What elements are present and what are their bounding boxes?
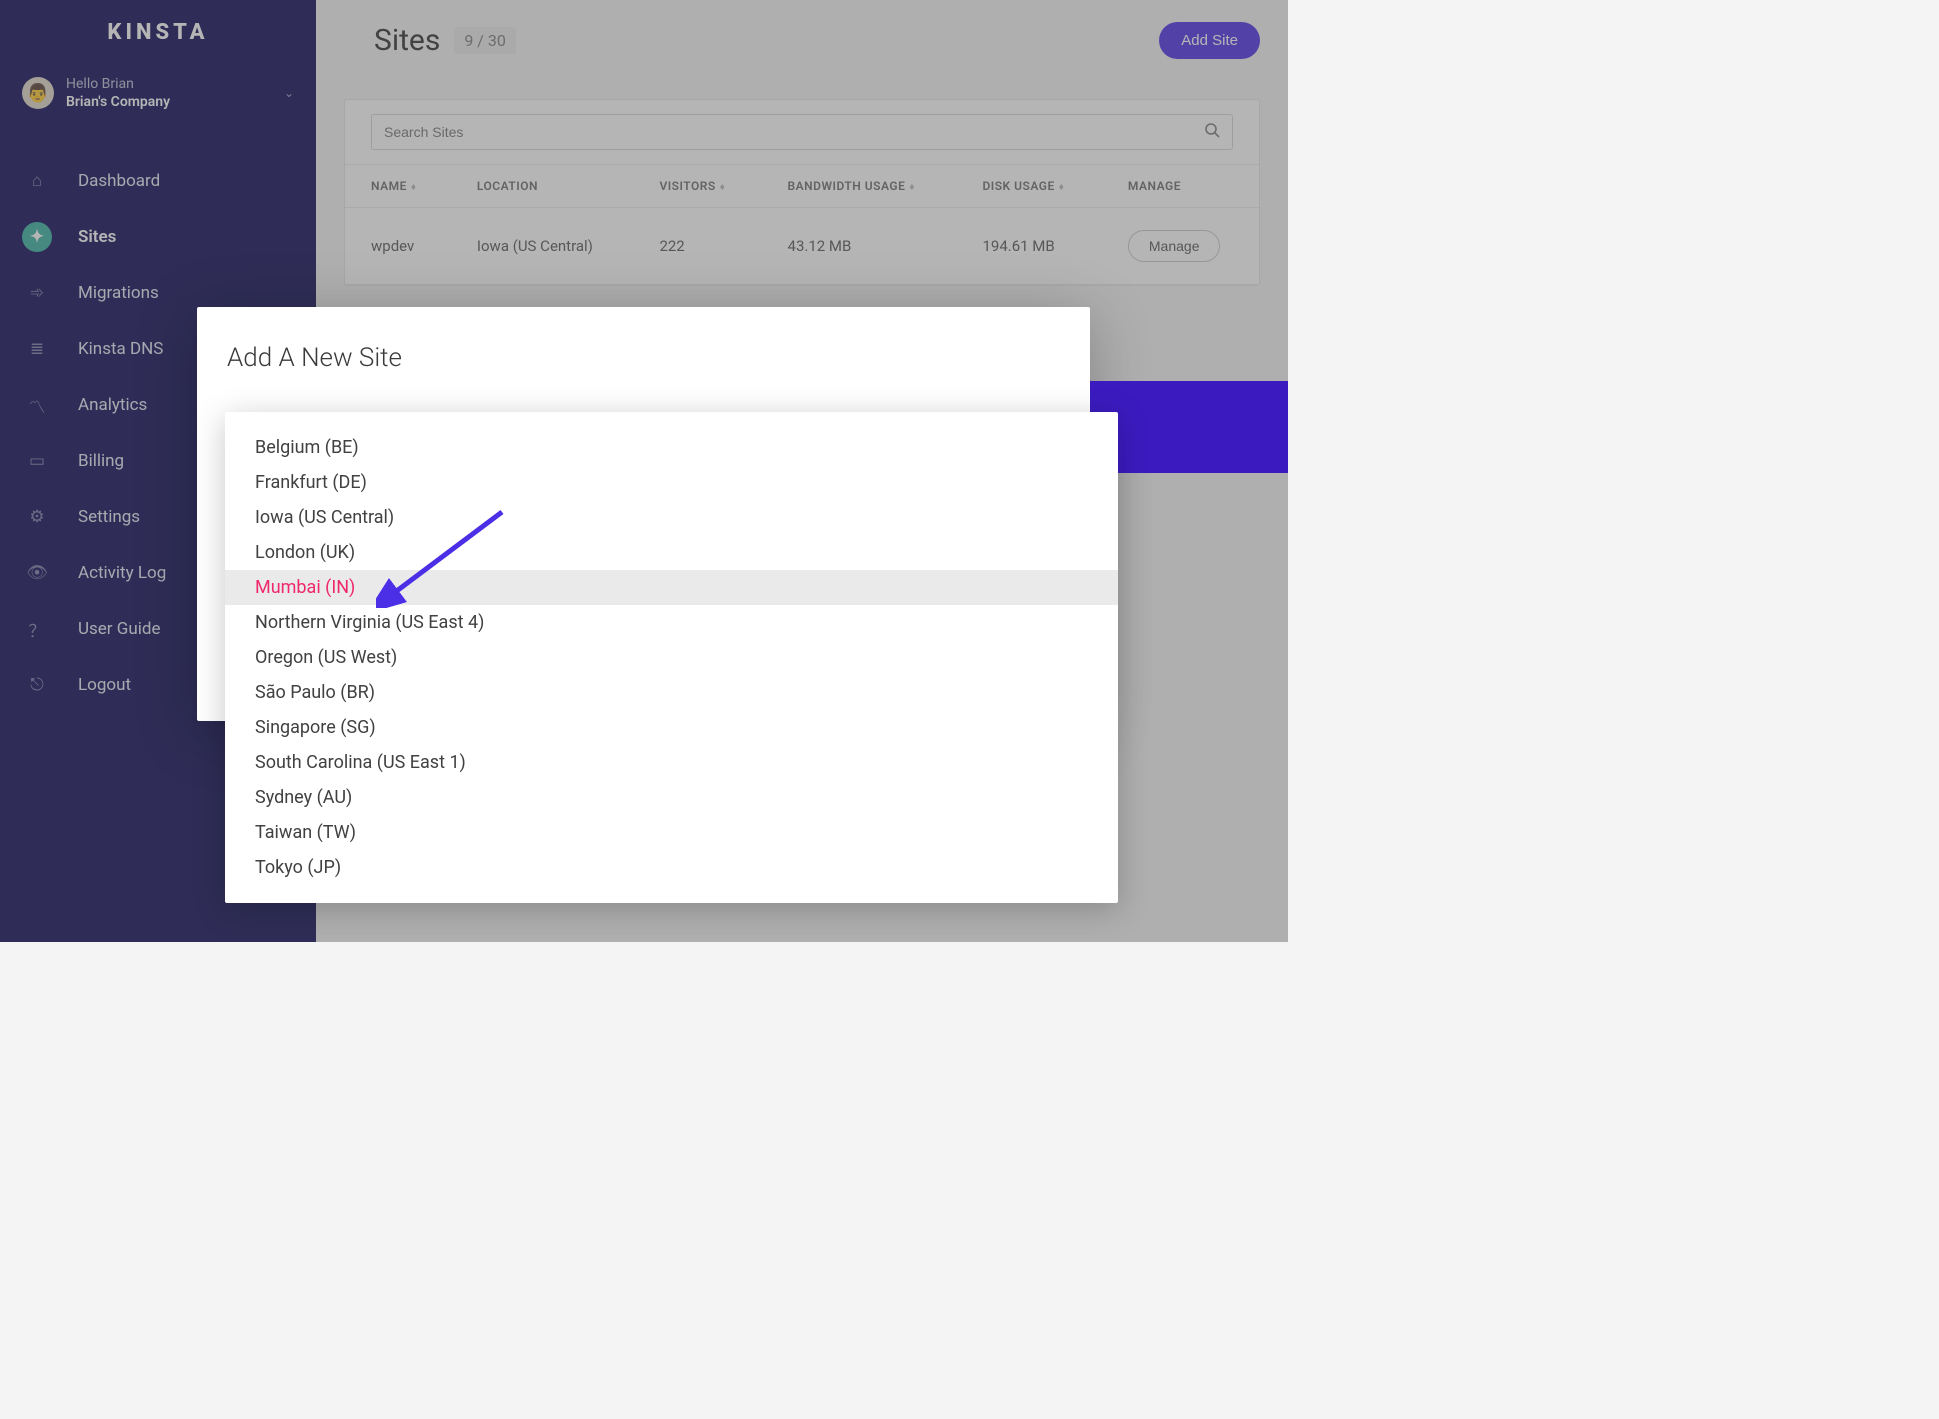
location-option[interactable]: Frankfurt (DE): [225, 465, 1118, 500]
location-option[interactable]: Singapore (SG): [225, 710, 1118, 745]
location-option[interactable]: Iowa (US Central): [225, 500, 1118, 535]
location-option[interactable]: Tokyo (JP): [225, 850, 1118, 885]
location-option[interactable]: São Paulo (BR): [225, 675, 1118, 710]
location-option[interactable]: Taiwan (TW): [225, 815, 1118, 850]
location-option[interactable]: Belgium (BE): [225, 430, 1118, 465]
location-option[interactable]: Northern Virginia (US East 4): [225, 605, 1118, 640]
location-option[interactable]: Oregon (US West): [225, 640, 1118, 675]
modal-accent-strip: [1090, 381, 1288, 473]
location-option[interactable]: Sydney (AU): [225, 780, 1118, 815]
modal-title: Add A New Site: [197, 307, 1090, 383]
location-option[interactable]: South Carolina (US East 1): [225, 745, 1118, 780]
location-option[interactable]: Mumbai (IN): [225, 570, 1118, 605]
location-option[interactable]: London (UK): [225, 535, 1118, 570]
location-dropdown: Belgium (BE)Frankfurt (DE)Iowa (US Centr…: [225, 412, 1118, 903]
